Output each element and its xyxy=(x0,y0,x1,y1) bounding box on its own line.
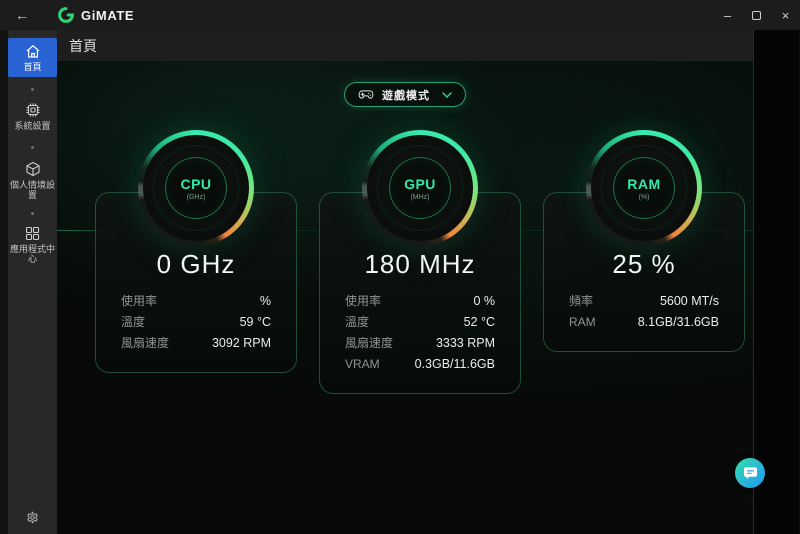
cube-icon xyxy=(25,161,41,177)
ram-stats: 頻率 5600 MT/s RAM 8.1GB/31.6GB xyxy=(544,291,744,333)
sidebar-separator-dot xyxy=(31,88,34,91)
metric-cards-row: CPU (GHz) 0 GHz 使用率 % 溫度 59 °C 風扇速度 3092… xyxy=(57,130,753,394)
mode-selector-label: 遊戲模式 xyxy=(382,89,430,102)
sidebar-item-label: 系統設置 xyxy=(14,121,51,131)
sidebar-separator-dot xyxy=(31,212,34,215)
stat-row: 溫度 52 °C xyxy=(345,312,495,333)
chat-bubble-icon xyxy=(743,466,758,480)
app-title: GiMATE xyxy=(81,7,135,23)
stat-label: VRAM xyxy=(345,357,380,371)
gpu-gauge-label-circle: GPU (MHz) xyxy=(389,157,451,219)
dashboard: 遊戲模式 CPU (GHz) 0 GHz 使用率 % 溫度 59 °C 風扇速度… xyxy=(57,62,753,534)
stat-row: 使用率 0 % xyxy=(345,291,495,312)
cpu-value: 0 GHz xyxy=(156,249,236,279)
cpu-gauge: CPU (GHz) xyxy=(138,130,254,246)
grid-icon xyxy=(25,226,40,241)
ram-gauge-label-circle: RAM (%) xyxy=(613,157,675,219)
settings-button[interactable] xyxy=(8,511,57,524)
stat-row: VRAM 0.3GB/11.6GB xyxy=(345,354,495,375)
stat-value: % xyxy=(259,294,271,308)
window-controls: – × xyxy=(713,0,800,30)
stat-value: 8.1GB/31.6GB xyxy=(637,315,719,329)
minimize-button[interactable]: – xyxy=(713,0,742,30)
stat-label: RAM xyxy=(569,315,596,329)
gpu-column: GPU (MHz) 180 MHz 使用率 0 % 溫度 52 °C 風扇速度 … xyxy=(319,130,521,394)
back-button[interactable]: ← xyxy=(0,7,44,23)
ram-gauge-label: RAM xyxy=(627,175,661,192)
ram-value: 25 % xyxy=(612,249,676,279)
stat-label: 頻率 xyxy=(569,294,594,308)
stat-value: 59 °C xyxy=(239,315,271,329)
stat-label: 使用率 xyxy=(345,294,382,308)
sidebar-item-label: 個人情境設置 xyxy=(9,180,55,200)
cpu-column: CPU (GHz) 0 GHz 使用率 % 溫度 59 °C 風扇速度 3092… xyxy=(95,130,297,373)
sidebar-item-personal-scenario[interactable]: 個人情境設置 xyxy=(8,161,57,200)
ram-gauge: RAM (%) xyxy=(586,130,702,246)
sidebar-item-system-settings[interactable]: 系統設置 xyxy=(8,102,57,131)
gpu-gauge-label: GPU xyxy=(404,175,436,192)
stat-label: 溫度 xyxy=(121,315,146,329)
page-title: 首頁 xyxy=(69,37,97,54)
stat-value: 3092 RPM xyxy=(211,336,271,350)
left-edge-strip xyxy=(0,30,8,534)
stat-row: RAM 8.1GB/31.6GB xyxy=(569,312,719,333)
chip-icon xyxy=(25,102,41,118)
sidebar-item-label: 首頁 xyxy=(23,62,42,72)
stat-row: 風扇速度 3092 RPM xyxy=(121,333,271,354)
ram-column: RAM (%) 25 % 頻率 5600 MT/s RAM 8.1GB/31.6… xyxy=(543,130,745,352)
gimate-logo-icon xyxy=(58,7,74,23)
gimate-window: ← GiMATE – × 首頁 系統設置 個人情境設置 應用程式中心 首頁 遊戲… xyxy=(0,0,800,534)
main-content: 首頁 遊戲模式 CPU (GHz) 0 GHz 使用率 % 溫度 59 °C 風… xyxy=(57,30,753,534)
app-body: 首頁 系統設置 個人情境設置 應用程式中心 首頁 遊戲模式 CPU (GHz) … xyxy=(0,30,800,534)
stat-label: 溫度 xyxy=(345,315,370,329)
stat-value: 5600 MT/s xyxy=(659,294,719,308)
stat-row: 風扇速度 3333 RPM xyxy=(345,333,495,354)
chat-button[interactable] xyxy=(735,458,765,488)
stat-row: 溫度 59 °C xyxy=(121,312,271,333)
stat-value: 52 °C xyxy=(463,315,495,329)
gpu-gauge-unit: (MHz) xyxy=(410,193,430,201)
gpu-gauge: GPU (MHz) xyxy=(362,130,478,246)
home-icon xyxy=(25,44,41,59)
mode-selector-button[interactable]: 遊戲模式 xyxy=(344,82,466,107)
cpu-gauge-label-circle: CPU (GHz) xyxy=(165,157,227,219)
maximize-icon xyxy=(752,10,761,20)
cpu-stats: 使用率 % 溫度 59 °C 風扇速度 3092 RPM xyxy=(96,291,296,354)
stat-label: 風扇速度 xyxy=(121,336,170,350)
stat-value: 0.3GB/11.6GB xyxy=(414,357,495,371)
stat-value: 3333 RPM xyxy=(435,336,495,350)
stat-row: 使用率 % xyxy=(121,291,271,312)
sidebar-item-app-center[interactable]: 應用程式中心 xyxy=(8,226,57,264)
titlebar: ← GiMATE – × xyxy=(0,0,800,30)
stat-row: 頻率 5600 MT/s xyxy=(569,291,719,312)
stat-label: 使用率 xyxy=(121,294,158,308)
stat-value: 0 % xyxy=(473,294,495,308)
stat-label: 風扇速度 xyxy=(345,336,394,350)
sidebar-item-label: 應用程式中心 xyxy=(9,244,55,264)
gpu-stats: 使用率 0 % 溫度 52 °C 風扇速度 3333 RPM VRAM 0.3G… xyxy=(320,291,520,375)
gpu-value: 180 MHz xyxy=(364,249,476,279)
chevron-down-icon xyxy=(442,91,452,98)
cpu-gauge-label: CPU xyxy=(180,175,212,192)
sidebar-item-home[interactable]: 首頁 xyxy=(8,38,57,77)
sidebar: 首頁 系統設置 個人情境設置 應用程式中心 xyxy=(8,30,57,534)
close-button[interactable]: × xyxy=(771,0,800,30)
right-edge-strip xyxy=(753,30,799,534)
gamepad-icon xyxy=(358,89,374,100)
sidebar-separator-dot xyxy=(31,146,34,149)
maximize-button[interactable] xyxy=(742,0,771,30)
ram-gauge-unit: (%) xyxy=(638,193,650,201)
cpu-gauge-unit: (GHz) xyxy=(186,193,206,201)
page-header: 首頁 xyxy=(57,30,753,62)
